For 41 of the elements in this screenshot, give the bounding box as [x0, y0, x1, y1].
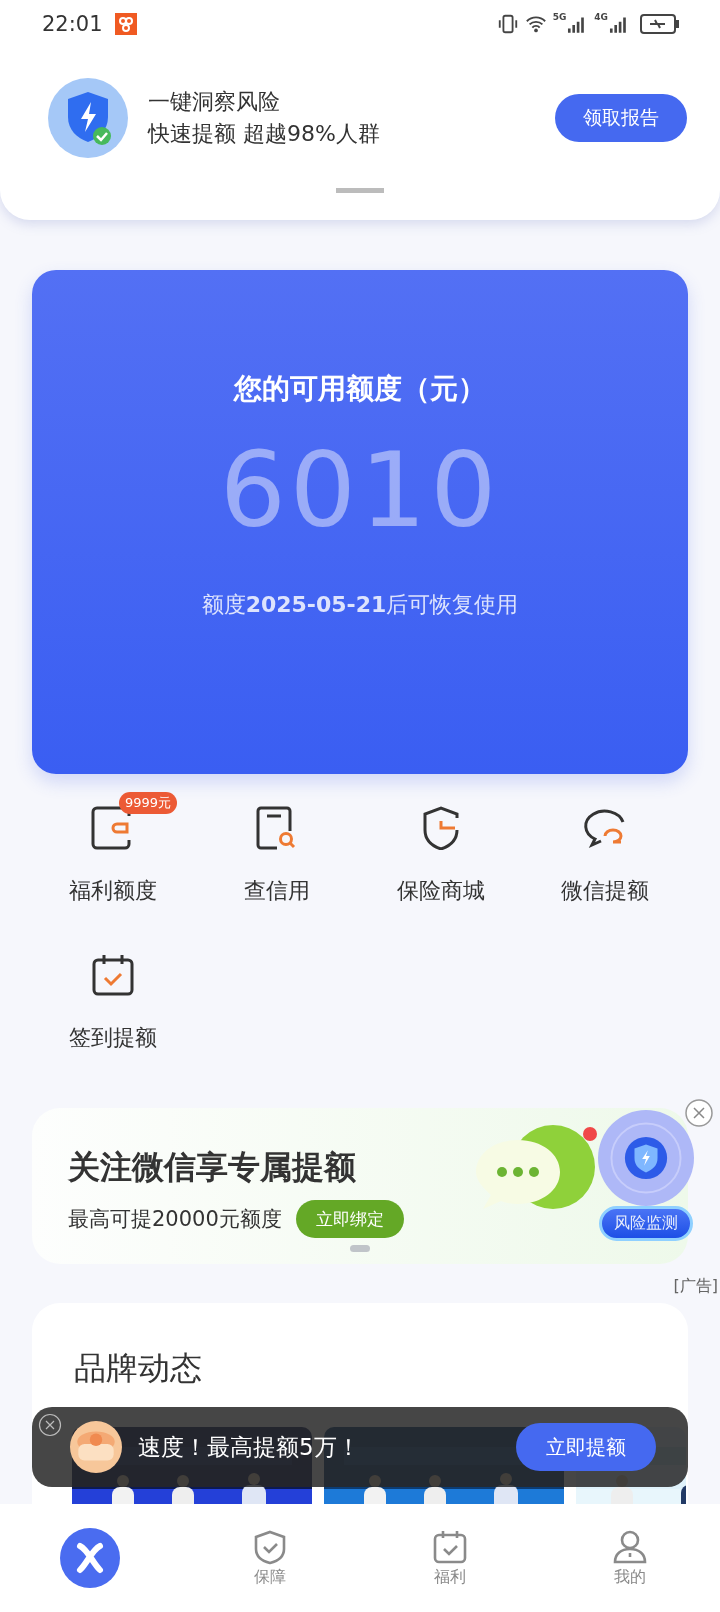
shield-check-icon	[252, 1528, 288, 1565]
close-icon[interactable]	[684, 1098, 714, 1128]
section-title: 品牌动态	[73, 1348, 203, 1389]
app-logo-icon	[60, 1528, 120, 1588]
get-report-button[interactable]: 领取报告	[555, 94, 687, 142]
quota-note: 额度2025-05-21后可恢复使用	[201, 591, 519, 619]
floating-ad-toast[interactable]: 速度！最高提额5万！ 立即提额	[32, 1407, 688, 1487]
carousel-indicator	[350, 1245, 370, 1252]
calendar-check-icon	[432, 1528, 468, 1565]
app-notification-icon	[114, 13, 137, 35]
person-icon	[612, 1528, 648, 1565]
nav-tab[interactable]: 保障	[252, 1528, 288, 1588]
shortcut-label[interactable]: 保险商城	[397, 876, 485, 906]
amount-badge: 9999元	[119, 792, 178, 814]
close-icon[interactable]	[38, 1413, 62, 1437]
network-label: 4G	[594, 12, 608, 22]
clock: 22:01	[42, 12, 103, 36]
battery-icon	[640, 13, 680, 35]
nav-tab[interactable]: 福利	[432, 1528, 468, 1588]
banner-subtitle: 最高可提20000元额度	[68, 1206, 282, 1233]
banner-title: 关注微信享专属提额	[68, 1147, 357, 1188]
calendar-check-icon[interactable]	[91, 953, 135, 997]
raise-limit-button[interactable]: 立即提额	[516, 1423, 656, 1471]
network-label: 5G	[552, 12, 567, 22]
nav-tab[interactable]: 我的	[612, 1528, 648, 1588]
vibrate-icon	[496, 13, 519, 35]
radar-shield-icon[interactable]	[598, 1110, 694, 1206]
shortcut-label[interactable]: 查信用	[244, 876, 310, 906]
shortcut-label[interactable]: 微信提额	[561, 876, 649, 906]
shield-check-icon	[48, 78, 128, 158]
shortcut-label[interactable]: 签到提额	[69, 1023, 157, 1053]
risk-monitor-button[interactable]: 风险监测	[599, 1206, 693, 1241]
ad-text: 速度！最高提额5万！	[138, 1432, 361, 1462]
nav-tab[interactable]	[60, 1528, 120, 1588]
ad-label: [广告]	[673, 1276, 718, 1297]
drag-handle[interactable]	[336, 188, 384, 193]
promo-title: 一键洞察风险	[148, 88, 281, 116]
promo-subtitle: 快速提额 超越98%人群	[148, 120, 381, 148]
quota-title: 您的可用额度（元）	[234, 371, 486, 407]
shortcut-label[interactable]: 福利额度	[69, 876, 157, 906]
quota-amount: 6010	[219, 430, 501, 550]
